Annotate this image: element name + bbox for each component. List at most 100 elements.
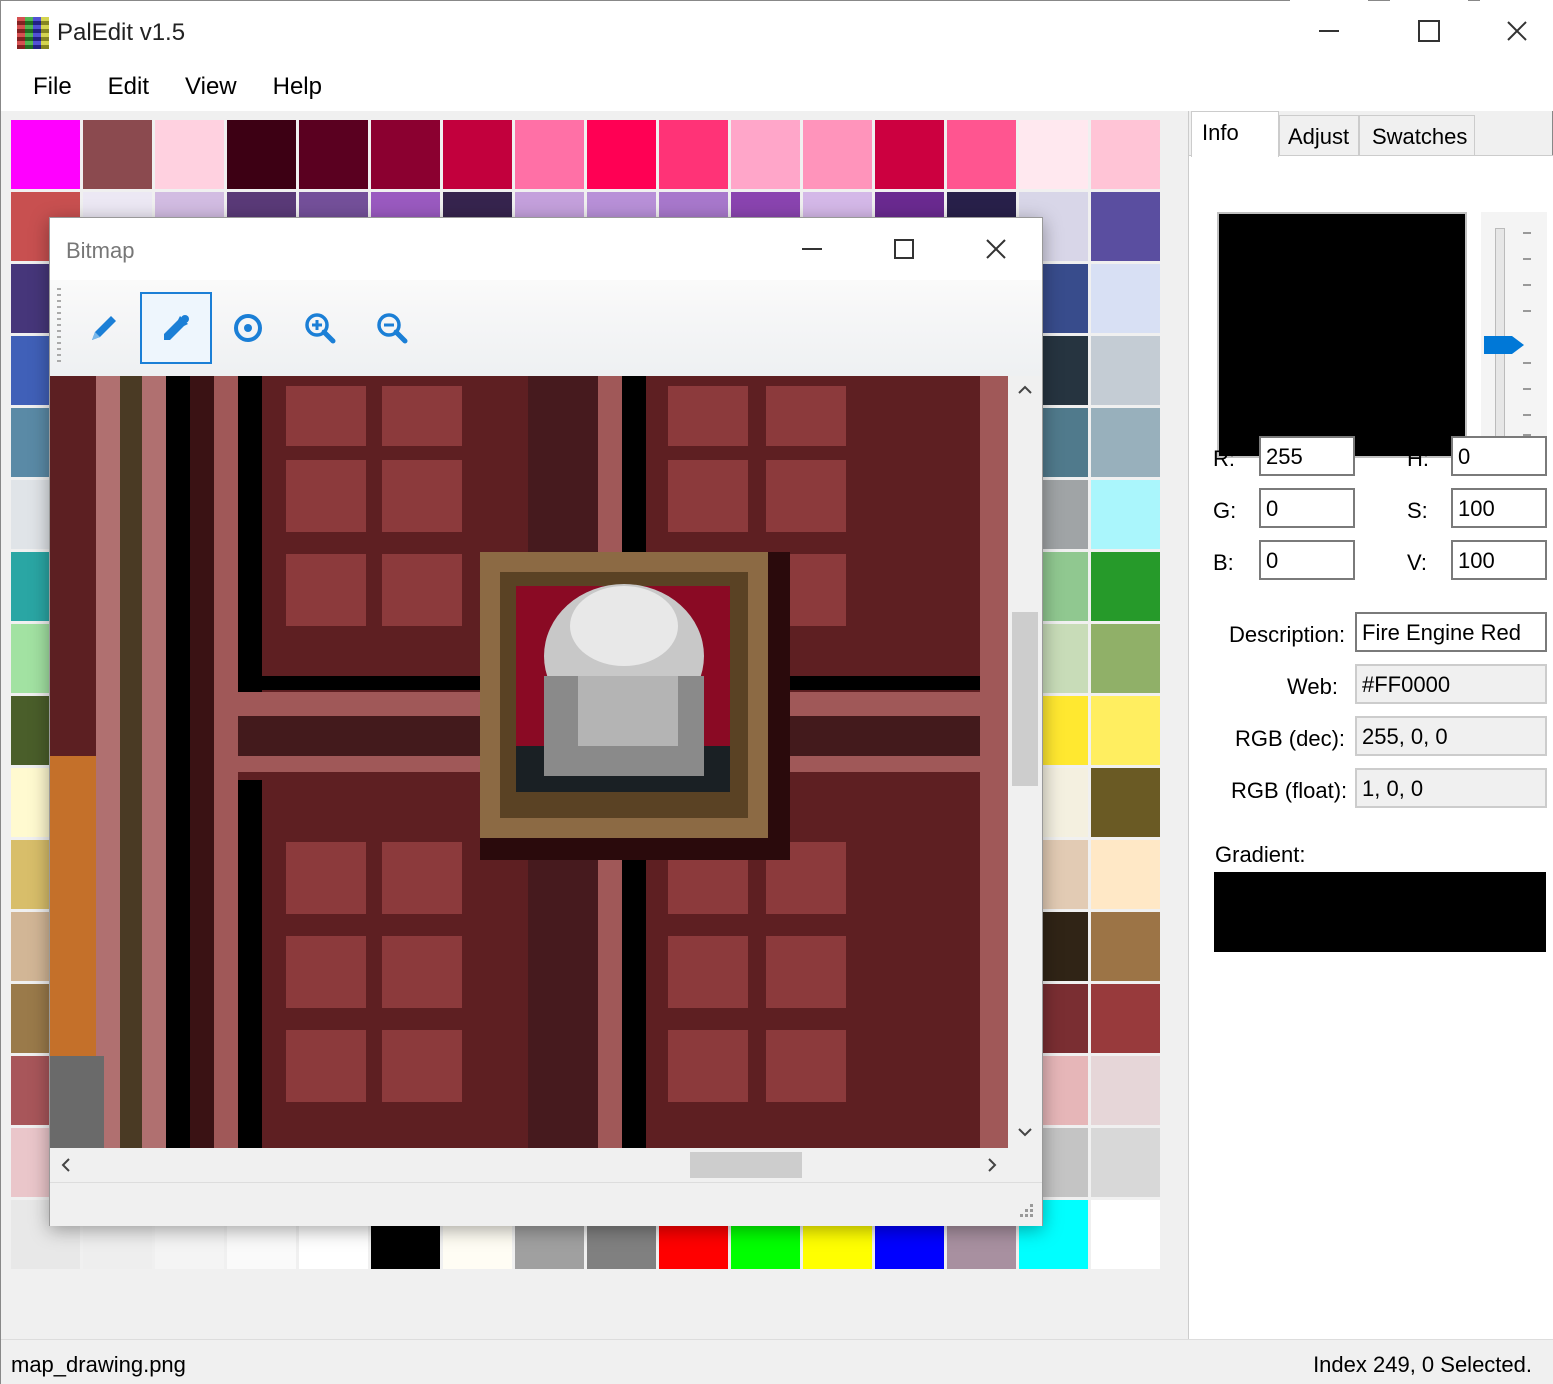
palette-swatch[interactable] [1091,480,1160,549]
tab-swatches[interactable]: Swatches [1359,115,1475,155]
palette-swatch[interactable] [155,120,224,189]
r-input[interactable]: 255 [1259,436,1355,476]
palette-swatch[interactable] [1091,552,1160,621]
bitmap-toolbar [50,280,1042,376]
status-filename: map_drawing.png [11,1352,186,1377]
palette-swatch[interactable] [1091,1056,1160,1125]
gradient-preview [1214,872,1546,952]
bitmap-status-bar [50,1182,1042,1226]
color-preview [1217,212,1467,458]
palette-swatch[interactable] [1019,120,1088,189]
brightness-slider[interactable] [1481,212,1547,458]
slider-tick [1523,310,1531,312]
window-title: PalEdit v1.5 [57,19,186,46]
palette-swatch[interactable] [659,120,728,189]
s-input[interactable]: 100 [1451,488,1547,528]
palette-swatch[interactable] [11,120,80,189]
palette-swatch[interactable] [1091,192,1160,261]
palette-swatch[interactable] [1091,912,1160,981]
web-field[interactable]: #FF0000 [1355,664,1547,704]
maximize-icon [894,239,914,259]
tab-adjust[interactable]: Adjust [1279,115,1359,155]
scroll-up-arrow[interactable] [1017,382,1033,403]
tab-strip: Info Adjust Swatches [1189,111,1553,157]
palette-swatch[interactable] [371,120,440,189]
bitmap-vertical-scrollbar[interactable] [1008,376,1042,1148]
bitmap-horizontal-scrollbar[interactable] [50,1148,1008,1182]
zoom-in-icon [305,313,336,344]
close-icon [986,239,1006,259]
eyedropper-tool-button[interactable] [140,292,212,364]
slider-tick [1523,258,1531,260]
vertical-scroll-thumb[interactable] [1012,612,1038,786]
bitmap-close-button[interactable] [950,218,1042,280]
menu-help[interactable]: Help [255,63,340,111]
palette-swatch[interactable] [1091,768,1160,837]
scroll-left-arrow[interactable] [58,1157,74,1178]
menu-edit[interactable]: Edit [90,63,167,111]
palette-swatch[interactable] [1091,264,1160,333]
reset-view-button[interactable] [212,292,284,364]
palette-swatch[interactable] [803,120,872,189]
palette-swatch[interactable] [1091,120,1160,189]
scroll-down-arrow[interactable] [1017,1124,1033,1145]
g-input[interactable]: 0 [1259,488,1355,528]
palette-swatch[interactable] [83,120,152,189]
palette-swatch[interactable] [1091,1200,1160,1269]
status-bar: map_drawing.png Index 249, 0 Selected. [1,1339,1553,1384]
zoom-out-button[interactable] [356,292,428,364]
rgb-dec-field[interactable]: 255, 0, 0 [1355,716,1547,756]
gradient-label: Gradient: [1215,842,1306,867]
bitmap-maximize-button[interactable] [858,218,950,280]
b-label: B: [1213,550,1234,575]
main-minimize-button[interactable] [1290,0,1368,62]
h-input[interactable]: 0 [1451,436,1547,476]
toolbar-grip[interactable] [57,288,61,364]
bitmap-title-bar[interactable]: Bitmap [50,218,1042,280]
palette-swatch[interactable] [443,120,512,189]
palette-swatch[interactable] [731,120,800,189]
scroll-right-arrow[interactable] [984,1157,1000,1178]
slider-tick [1523,414,1531,416]
palette-swatch[interactable] [299,120,368,189]
rgb-float-field[interactable]: 1, 0, 0 [1355,768,1547,808]
horizontal-scroll-thumb[interactable] [690,1152,802,1178]
menu-file[interactable]: File [15,63,90,111]
v-input[interactable]: 100 [1451,540,1547,580]
palette-swatch[interactable] [1091,408,1160,477]
palette-swatch[interactable] [947,120,1016,189]
chevron-up-icon [1018,385,1032,394]
palette-swatch[interactable] [1091,696,1160,765]
web-label: Web: [1287,674,1338,699]
palette-swatch[interactable] [1091,840,1160,909]
pencil-tool-button[interactable] [68,292,140,364]
bitmap-canvas[interactable] [50,376,1008,1148]
palette-swatch[interactable] [1091,624,1160,693]
palette-swatch[interactable] [1091,984,1160,1053]
palette-swatch[interactable] [515,120,584,189]
reset-view-icon [234,314,262,342]
palette-swatch[interactable] [1091,336,1160,405]
v-label: V: [1407,550,1427,575]
status-selection: Index 249, 0 Selected. [1313,1352,1532,1377]
menu-view[interactable]: View [167,63,255,111]
palette-swatch[interactable] [227,120,296,189]
b-input[interactable]: 0 [1259,540,1355,580]
slider-tick [1523,362,1531,364]
minimize-icon [802,248,822,250]
resize-grip-icon[interactable] [1016,1202,1036,1222]
slider-thumb[interactable] [1484,336,1524,354]
pencil-icon [92,316,116,340]
palette-swatch[interactable] [875,120,944,189]
palette-swatch[interactable] [1091,1128,1160,1197]
palette-swatch[interactable] [587,120,656,189]
description-input[interactable]: Fire Engine Red [1355,612,1547,652]
zoom-in-button[interactable] [284,292,356,364]
bitmap-window: Bitmap [49,217,1043,1226]
bitmap-minimize-button[interactable] [766,218,858,280]
rgb-float-label: RGB (float): [1231,778,1348,803]
main-close-button[interactable] [1480,0,1553,62]
paledit-window: PalEdit v1.5 — File Edit View Help Info … [0,0,1553,1384]
tab-info[interactable]: Info [1191,111,1279,157]
main-maximize-button[interactable] [1390,0,1468,62]
